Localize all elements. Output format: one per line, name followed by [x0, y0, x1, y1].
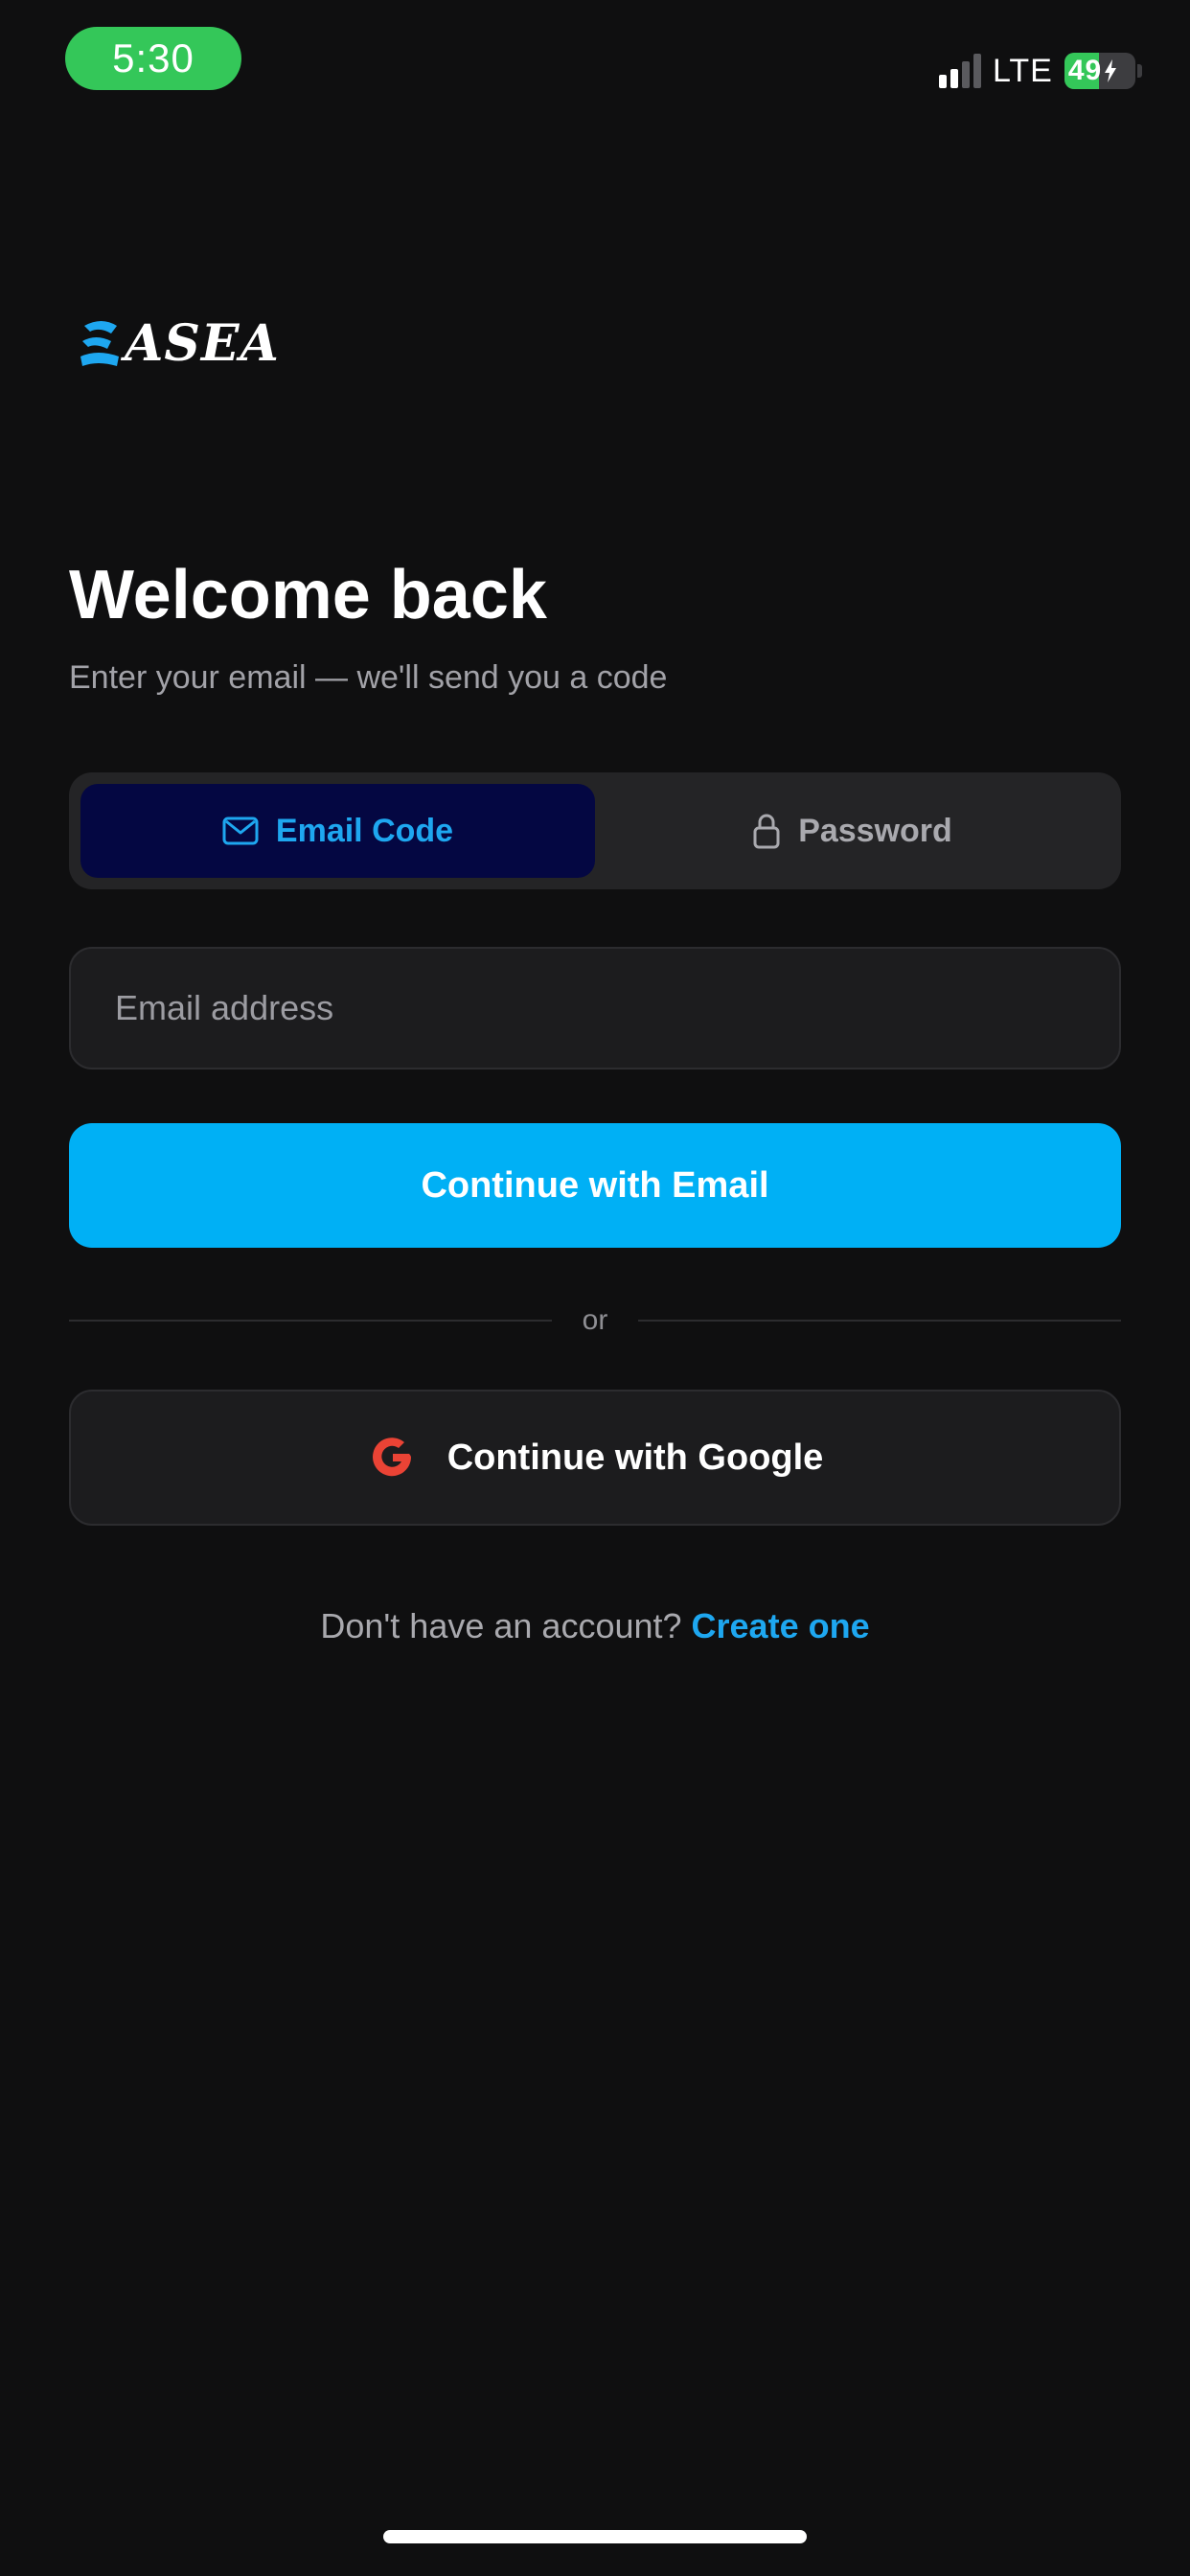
brand-logo-icon [80, 321, 119, 366]
battery-percent: 49 [1067, 55, 1103, 86]
tab-password[interactable]: Password [595, 784, 1110, 878]
status-indicators: LTE 49 [939, 50, 1142, 92]
charging-bolt-icon [1105, 59, 1117, 82]
lock-icon [753, 814, 780, 849]
login-method-tabs: Email Code Password [69, 772, 1121, 889]
tab-password-label: Password [798, 812, 952, 849]
or-divider: or [69, 1303, 1121, 1338]
continue-with-email-button[interactable]: Continue with Email [69, 1123, 1121, 1248]
signal-icon [939, 54, 981, 88]
tab-email-code-label: Email Code [275, 812, 454, 849]
create-account-link[interactable]: Create one [692, 1606, 870, 1645]
battery-cap [1136, 64, 1142, 78]
signup-prompt: Don't have an account? Create one [0, 1606, 1190, 1646]
battery-icon: 49 [1064, 53, 1135, 89]
page-title: Welcome back [69, 557, 547, 633]
signup-prompt-text: Don't have an account? [320, 1606, 682, 1645]
home-indicator[interactable] [383, 2530, 807, 2543]
mail-icon [222, 816, 259, 845]
email-input[interactable] [69, 947, 1121, 1070]
divider-text: or [582, 1304, 608, 1336]
google-icon [372, 1438, 411, 1477]
divider-line-right [638, 1320, 1121, 1322]
brand-logo: ASEA [79, 313, 280, 373]
continue-with-email-label: Continue with Email [421, 1164, 769, 1206]
divider-line-left [69, 1320, 552, 1322]
status-time: 5:30 [65, 27, 241, 90]
login-screen: 5:30 LTE 49 ASEA Welcome back Enter your… [0, 0, 1190, 2576]
page-subtitle: Enter your email — we'll send you a code [69, 659, 668, 696]
tab-email-code[interactable]: Email Code [80, 784, 595, 878]
continue-with-google-label: Continue with Google [446, 1437, 824, 1478]
brand-name: ASEA [125, 313, 280, 373]
status-time-text: 5:30 [112, 35, 195, 80]
network-type: LTE [993, 52, 1053, 89]
continue-with-google-button[interactable]: Continue with Google [69, 1390, 1121, 1526]
